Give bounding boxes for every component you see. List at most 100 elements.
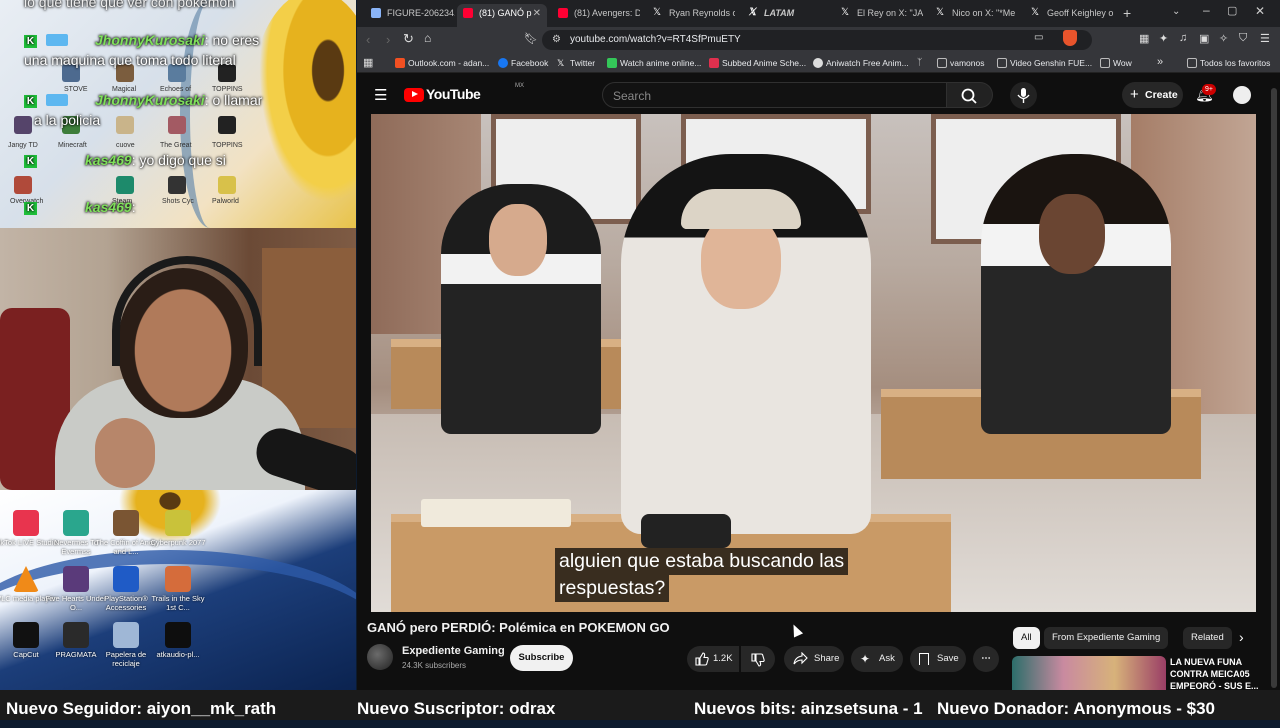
folder-icon <box>1187 58 1197 68</box>
search-input[interactable]: Search <box>602 82 947 108</box>
like-button[interactable]: 1.2K <box>687 646 739 672</box>
tab-active[interactable]: (81) GANÓ p ✕ <box>457 4 547 27</box>
share-button[interactable]: Share <box>784 646 844 672</box>
back-icon[interactable]: ‹ <box>366 32 370 47</box>
hamburger-menu-icon[interactable]: ☰ <box>374 86 387 104</box>
desktop-icon[interactable] <box>168 116 186 134</box>
bookmark-icon[interactable]: 🔖︎ <box>524 32 538 45</box>
extension-icon[interactable]: ✧ <box>1219 32 1228 45</box>
chat-username[interactable]: JhonnyKurosaki <box>95 92 205 108</box>
bookmark-item-icon[interactable]: ᛉ <box>917 57 922 67</box>
bookmark-item[interactable]: Aniwatch Free Anim... <box>813 53 909 73</box>
new-tab-icon[interactable]: + <box>1123 5 1131 21</box>
close-window-icon[interactable]: ✕ <box>1255 4 1265 18</box>
search-button[interactable] <box>947 82 993 108</box>
tab[interactable]: 𝕏 El Rey on X: "JAJ <box>835 4 923 27</box>
site-info-icon[interactable]: ⚙ <box>552 30 561 50</box>
channel-avatar[interactable] <box>367 644 393 670</box>
home-icon[interactable]: ⌂ <box>424 31 431 45</box>
tab[interactable]: (81) Avengers: Do <box>552 4 640 27</box>
dislike-button[interactable] <box>741 646 775 672</box>
bookmark-item[interactable]: 𝕏 Twitter <box>557 53 595 73</box>
chevron-right-icon[interactable]: › <box>1239 629 1244 645</box>
bookmark-folder[interactable]: Wow <box>1100 53 1132 73</box>
brave-shield-icon[interactable] <box>1063 30 1077 46</box>
related-video-item[interactable]: LA NUEVA FUNA CONTRA MEICA05 EMPEORÓ - S… <box>1012 656 1272 690</box>
bookmark-item[interactable]: Watch anime online... <box>607 53 701 73</box>
chat-username[interactable]: kas469 <box>85 152 132 168</box>
x-icon: 𝕏 <box>841 7 850 18</box>
chat-username[interactable]: kas469 <box>85 199 132 215</box>
apps-icon[interactable]: ▦ <box>363 56 373 69</box>
desktop-icon[interactable] <box>116 116 134 134</box>
anime-site-icon <box>607 58 617 68</box>
desktop-capture: TikTok LIVE Studio Nevermes To Evermss T… <box>0 490 356 690</box>
bookmark-item[interactable]: Outlook.com - adan... <box>395 53 489 73</box>
chat-message-partial: lo que tiene que ver con pokemon <box>24 0 235 10</box>
desktop-icon[interactable] <box>168 176 186 194</box>
more-bookmarks-icon[interactable]: » <box>1157 56 1163 68</box>
desktop-icon-atkaudio[interactable]: atkaudio-pl... <box>146 622 210 659</box>
desktop-icon[interactable] <box>14 176 32 194</box>
channel-name[interactable]: Expediente Gaming <box>402 645 505 657</box>
overlay-desktop-capture: STOVE Magical Echoes of TOPPINS Jangy TD… <box>0 0 356 228</box>
close-tab-icon[interactable]: ✕ <box>533 4 541 23</box>
reload-icon[interactable]: ↻ <box>403 31 414 47</box>
more-actions-button[interactable]: ⋯ <box>973 646 999 672</box>
cast-icon[interactable]: ▭ <box>1034 32 1043 43</box>
maximize-icon[interactable]: ▢ <box>1227 4 1237 17</box>
ticker-new-subscriber: Nuevo Suscriptor: odrax <box>357 699 556 718</box>
game-icon <box>165 510 191 536</box>
like-count: 1.2K <box>713 653 733 664</box>
video-pencil-case <box>641 514 731 548</box>
save-button[interactable]: Save <box>910 646 966 672</box>
desktop-icon-trails[interactable]: Trails in the Sky 1st C... <box>146 566 210 612</box>
bookmark-folder[interactable]: vamonos <box>937 53 985 73</box>
outlook-icon <box>395 58 405 68</box>
tab[interactable]: 𝕏 LATAM <box>742 4 828 27</box>
tiktok-icon <box>13 510 39 536</box>
desktop-icon-cyberpunk[interactable]: Cyberpunk 2077 <box>146 510 210 547</box>
avatar[interactable] <box>1233 86 1251 104</box>
tab-search-icon[interactable]: ⌄ <box>1172 6 1180 17</box>
bookmark-item[interactable]: Facebook <box>498 53 548 73</box>
menu-icon[interactable]: ☰ <box>1260 32 1270 45</box>
tab[interactable]: 𝕏 Geoff Keighley o <box>1025 4 1113 27</box>
video-player[interactable]: alguien que estaba buscando las respuest… <box>371 114 1256 612</box>
voice-search-button[interactable] <box>1010 82 1037 109</box>
all-bookmarks-folder[interactable]: Todos los favoritos <box>1187 53 1270 73</box>
address-bar[interactable]: ⚙ youtube.com/watch?v=RT4SfPmuETY <box>542 30 1092 50</box>
create-button[interactable]: + Create <box>1122 82 1183 108</box>
scrollbar[interactable] <box>1271 88 1277 688</box>
media-icon[interactable]: ♫ <box>1179 32 1187 44</box>
desktop-icon[interactable] <box>218 116 236 134</box>
tab[interactable]: 𝕏 Ryan Reynolds o <box>647 4 735 27</box>
forward-icon[interactable]: › <box>386 32 390 47</box>
minimize-icon[interactable]: – <box>1203 3 1210 17</box>
chip-from-channel[interactable]: From Expediente Gaming <box>1044 627 1169 649</box>
desktop-icon[interactable] <box>116 176 134 194</box>
bookmark-folder[interactable]: Video Genshin FUE... <box>997 53 1092 73</box>
game-icon <box>63 510 89 536</box>
chat-text: : o llamar <box>204 92 263 108</box>
ask-button[interactable]: ✦ Ask <box>851 646 903 672</box>
url-text: youtube.com/watch?v=RT4SfPmuETY <box>570 34 741 45</box>
chat-username[interactable]: JhonnyKurosaki <box>95 32 205 48</box>
desktop-icon[interactable] <box>14 116 32 134</box>
chip-all[interactable]: All <box>1013 627 1040 649</box>
badge-icon <box>46 34 68 46</box>
shield-icon[interactable]: ⛉ <box>1239 32 1247 45</box>
extension-icon[interactable]: ✦ <box>1159 32 1168 45</box>
subscribe-button[interactable]: Subscribe <box>510 645 573 671</box>
chip-related[interactable]: Related <box>1183 627 1232 649</box>
subscriber-count: 24.3K subscribers <box>402 661 467 670</box>
extension-icon[interactable]: ▣ <box>1199 32 1209 45</box>
capcut-icon <box>13 622 39 648</box>
desktop-icon-label: Jangy TD <box>8 142 38 149</box>
chat-text: : no eres <box>204 32 260 48</box>
tab[interactable]: FIGURE-206234.j <box>365 4 455 27</box>
tab[interactable]: 𝕏 Nico on X: "*Me <box>930 4 1018 27</box>
extension-icon[interactable]: ▦ <box>1139 32 1149 45</box>
desktop-icon[interactable] <box>218 176 236 194</box>
bookmark-item[interactable]: Subbed Anime Sche... <box>709 53 806 73</box>
